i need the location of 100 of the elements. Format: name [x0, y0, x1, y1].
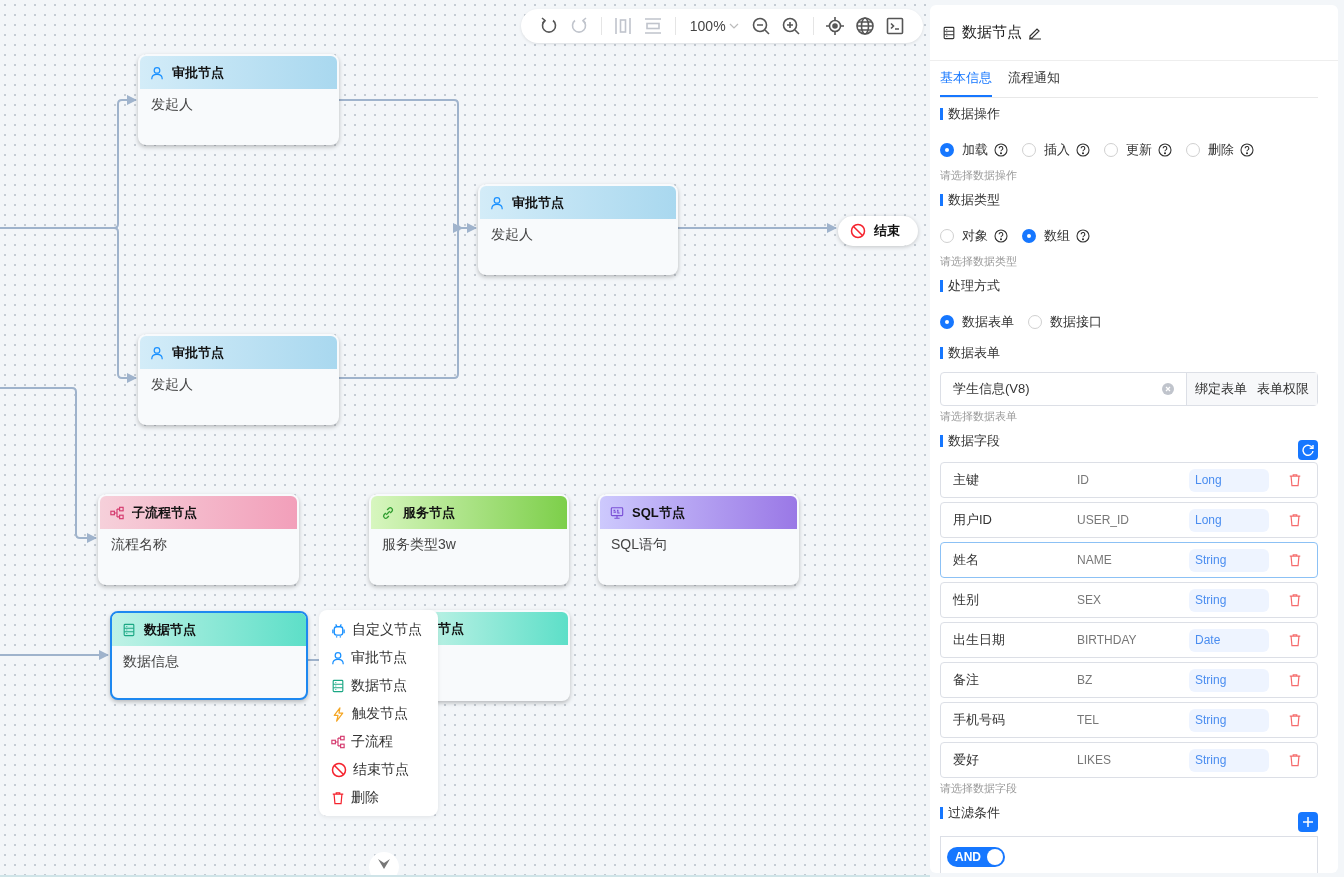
- radio-option[interactable]: 加载: [940, 141, 1008, 159]
- menu-item[interactable]: 自定义节点: [331, 616, 422, 644]
- type-tag: String: [1189, 668, 1269, 692]
- chevron-down-icon: [377, 858, 391, 870]
- help-icon: [1076, 143, 1090, 157]
- option-label: 插入: [1044, 141, 1070, 159]
- field-label: 手机号码: [953, 711, 1006, 729]
- flow-node[interactable]: 数据节点 数据信息: [110, 611, 308, 700]
- field-label: 姓名: [953, 551, 980, 569]
- option-label: 删除: [1208, 141, 1234, 159]
- table-icon: [122, 622, 136, 637]
- refresh-button[interactable]: [1298, 440, 1318, 460]
- flow-node[interactable]: 审批节点 发起人: [138, 54, 339, 145]
- delete-button[interactable]: [1288, 753, 1302, 767]
- delete-button[interactable]: [1288, 553, 1302, 567]
- field-label: 出生日期: [953, 631, 1006, 649]
- radio-button[interactable]: [1022, 229, 1036, 243]
- flow-node[interactable]: 子流程节点 流程名称: [98, 494, 299, 585]
- menu-item[interactable]: 触发节点: [331, 700, 408, 728]
- expand-button[interactable]: [369, 852, 399, 875]
- flow-node[interactable]: 审批节点 发起人: [138, 334, 339, 425]
- help-icon: [1076, 229, 1090, 243]
- align-horizontal-icon: [643, 16, 664, 36]
- field-code: SEX: [1077, 593, 1102, 607]
- delete-button[interactable]: [1288, 513, 1302, 527]
- trash-icon: [1288, 673, 1302, 687]
- add-button[interactable]: [1298, 812, 1318, 832]
- field-row[interactable]: 手机号码 TEL String: [940, 702, 1318, 738]
- radio-button[interactable]: [940, 143, 954, 157]
- type-tag: Long: [1189, 468, 1269, 492]
- radio-option[interactable]: 更新: [1104, 141, 1172, 159]
- field-row[interactable]: 出生日期 BIRTHDAY Date: [940, 622, 1318, 658]
- field-label: 性别: [953, 591, 980, 609]
- menu-item[interactable]: 子流程: [331, 728, 393, 756]
- end-node[interactable]: 结束: [838, 216, 918, 246]
- field-label: 备注: [953, 671, 980, 689]
- caret-icon: [728, 22, 739, 30]
- monitor-icon: [610, 505, 624, 520]
- field-row[interactable]: 主键 ID Long: [940, 462, 1318, 498]
- field-row[interactable]: 姓名 NAME String: [940, 542, 1318, 578]
- trash-icon: [1288, 513, 1302, 527]
- type-tag: String: [1189, 588, 1269, 612]
- radio-button[interactable]: [940, 315, 954, 329]
- radio-option[interactable]: 对象: [940, 227, 1008, 245]
- person-icon: [331, 651, 345, 665]
- option-label: 数组: [1044, 227, 1070, 245]
- hint-text: 请选择数据字段: [940, 781, 1018, 796]
- zoom-out-icon: [750, 16, 771, 36]
- node-text: 发起人: [491, 226, 533, 242]
- hint-text: 请选择数据操作: [940, 168, 1018, 183]
- field-label: 爱好: [953, 751, 980, 769]
- person-icon: [490, 195, 504, 210]
- trash-icon: [1288, 553, 1302, 567]
- field-row[interactable]: 性别 SEX String: [940, 582, 1318, 618]
- radio-option[interactable]: 数据接口: [1028, 313, 1102, 331]
- radio-option[interactable]: 数据表单: [940, 313, 1014, 331]
- help-icon: [1240, 143, 1254, 157]
- panel-title: 数据节点: [962, 23, 1022, 42]
- delete-button[interactable]: [1288, 633, 1302, 647]
- flow-node[interactable]: SQL节点 SQL语句: [598, 494, 799, 585]
- section-title: 数据操作: [948, 105, 1000, 123]
- trash-icon: [331, 791, 345, 805]
- menu-item[interactable]: 审批节点: [331, 644, 407, 672]
- tab[interactable]: 流程通知: [1008, 61, 1060, 97]
- undo-icon: [539, 16, 559, 36]
- radio-option[interactable]: 数组: [1022, 227, 1090, 245]
- person-icon: [150, 65, 164, 80]
- align-vertical-icon: [613, 16, 634, 36]
- logic-switch[interactable]: AND: [947, 847, 1005, 867]
- zoom-select[interactable]: 100%: [685, 18, 743, 34]
- menu-item[interactable]: 数据节点: [331, 672, 407, 700]
- table-icon: [331, 679, 345, 693]
- hierarchy-icon: [110, 505, 124, 520]
- plus-icon: [1302, 816, 1314, 828]
- radio-option[interactable]: 插入: [1022, 141, 1090, 159]
- globe-button[interactable]: [853, 14, 877, 38]
- node-text: 数据信息: [123, 653, 179, 669]
- target-button[interactable]: [823, 14, 847, 38]
- menu-item[interactable]: 删除: [331, 784, 379, 812]
- globe-icon: [855, 16, 875, 36]
- field-row[interactable]: 爱好 LIKES String: [940, 742, 1318, 778]
- trash-icon: [1288, 633, 1302, 647]
- tab[interactable]: 基本信息: [940, 61, 992, 97]
- trash-icon: [1288, 753, 1302, 767]
- help-icon: [994, 143, 1008, 157]
- field-code: ID: [1077, 473, 1090, 487]
- flow-node[interactable]: 审批节点 发起人: [478, 184, 678, 275]
- menu-item[interactable]: 结束节点: [331, 756, 409, 784]
- radio-option[interactable]: 删除: [1186, 141, 1254, 159]
- flow-node[interactable]: 服务节点 服务类型3w: [369, 494, 569, 585]
- field-label: 用户ID: [953, 511, 993, 529]
- delete-button[interactable]: [1288, 473, 1302, 487]
- section-title: 过滤条件: [948, 804, 1000, 822]
- delete-button[interactable]: [1288, 673, 1302, 687]
- field-row[interactable]: 用户ID USER_ID Long: [940, 502, 1318, 538]
- section-title: 数据表单: [948, 344, 1000, 362]
- field-row[interactable]: 备注 BZ String: [940, 662, 1318, 698]
- delete-button[interactable]: [1288, 593, 1302, 607]
- terminal-icon: [885, 16, 905, 36]
- delete-button[interactable]: [1288, 713, 1302, 727]
